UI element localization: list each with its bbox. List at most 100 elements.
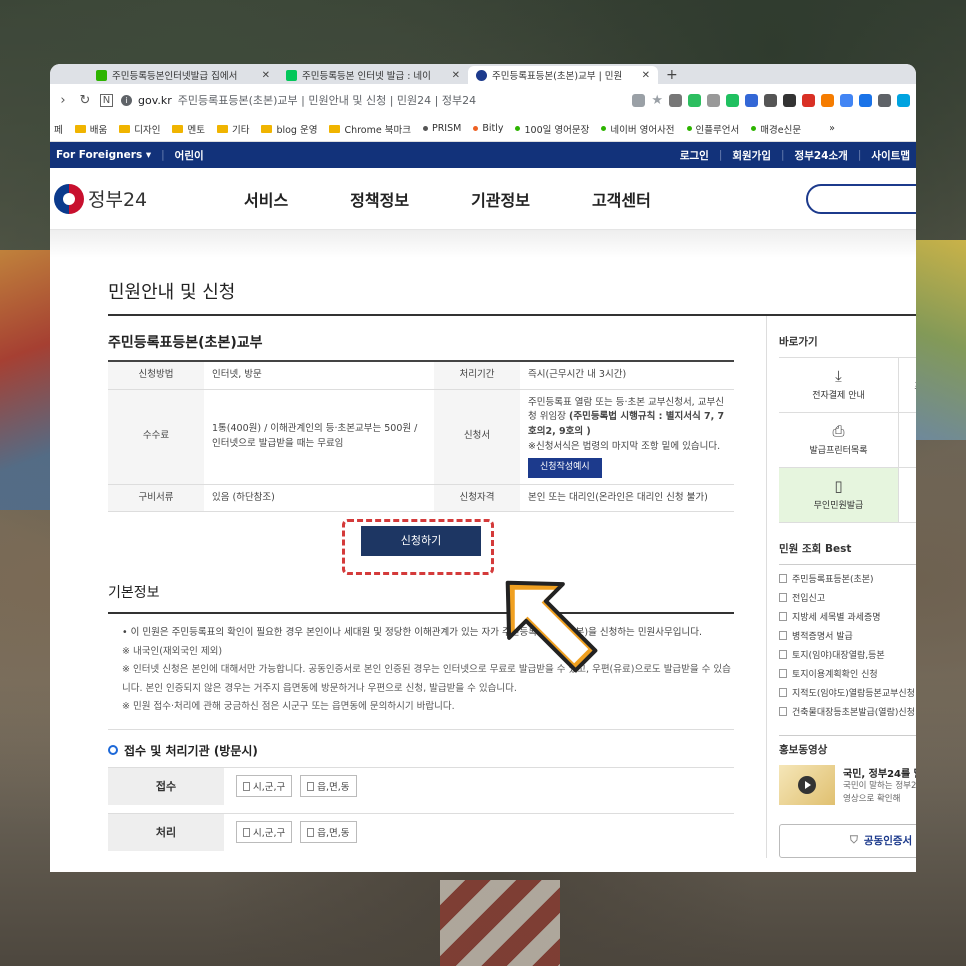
bookmark-folder[interactable]: Chrome 북마크 — [329, 122, 411, 136]
browser-tab-3-active[interactable]: 주민등록표등본(초본)교부 | 민원 ✕ — [468, 66, 658, 84]
bookmark-label: 100일 영어문장 — [524, 124, 590, 136]
bookmark-partial[interactable]: 페 — [54, 122, 63, 136]
quick-link-empty[interactable] — [899, 413, 916, 468]
reader-icon[interactable]: N — [100, 93, 113, 107]
dot-icon — [473, 126, 479, 131]
url-page-title: 주민등록표등본(초본)교부 | 민원안내 및 신청 | 민원24 | 정부24 — [177, 94, 477, 107]
close-tab-icon[interactable]: ✕ — [452, 70, 460, 81]
org-row-label: 처리 — [108, 813, 224, 851]
best-item[interactable]: 건축물대장등초본발급(열람)신청 — [779, 702, 916, 721]
site-logo[interactable]: 정부24 — [54, 183, 244, 214]
best-item[interactable]: 토지(임야)대장열람,등본 — [779, 645, 916, 664]
bookmark-link[interactable]: 인플루언서 — [686, 122, 740, 136]
bookmark-label: Chrome 북마크 — [344, 124, 411, 136]
org-chip[interactable]: 읍,면,동 — [300, 821, 357, 844]
best-item[interactable]: 토지이용계획확인 신청 — [779, 664, 916, 683]
bookmark-link[interactable]: 100일 영어문장 — [515, 122, 589, 136]
sidebar: 바로가기 ⤓ 전자결제 안내 프 ⎙ 발급프린터목록 ▯ 무인민원발급 민원 조회 B… — [766, 316, 916, 858]
pen-extension-icon[interactable] — [764, 93, 777, 107]
quick-link-empty[interactable] — [899, 468, 916, 523]
best-item[interactable]: 지적도(임야도)열람등본교부신청 — [779, 683, 916, 702]
browser-tab-2[interactable]: 주민등록등본 인터넷 발급 : 네이 ✕ — [278, 66, 468, 84]
gray-extension-icon[interactable] — [707, 93, 720, 107]
kids-link[interactable]: 어린이 — [175, 148, 204, 163]
evernote-extension-icon[interactable] — [688, 93, 701, 107]
bookmark-folder[interactable]: 멘토 — [172, 122, 205, 136]
menu-services[interactable]: 서비스 — [244, 187, 288, 211]
quick-links-title: 바로가기 — [779, 336, 818, 348]
orange-extension-icon[interactable] — [821, 93, 834, 107]
bookmark-link[interactable]: Bitly — [473, 123, 503, 134]
green-extension-icon[interactable] — [726, 93, 739, 107]
sitemap-link[interactable]: 사이트맵 — [871, 148, 910, 163]
browser-tab-1[interactable]: 주민등록등본인터넷발급 집에서 ✕ — [88, 66, 278, 84]
new-tab-button[interactable]: + — [658, 66, 686, 84]
quick-link-partial[interactable]: 프 — [899, 358, 916, 413]
best-item[interactable]: 주민등록표등본(초본) — [779, 569, 916, 588]
kiosk-icon: ▯ — [834, 477, 843, 495]
menu-agency[interactable]: 기관정보 — [471, 187, 530, 211]
login-link[interactable]: 로그인 — [680, 148, 709, 163]
quick-link-payment[interactable]: ⤓ 전자결제 안내 — [779, 358, 899, 413]
translate-extension-icon[interactable] — [859, 93, 872, 107]
site-utility-bar: For Foreigners ▾ | 어린이 로그인 | 회원가입 | 정부24… — [50, 142, 916, 168]
bookmark-label: 인플루언서 — [695, 124, 740, 136]
bookmark-label: blog 운영 — [276, 124, 318, 136]
video-thumbnail[interactable] — [779, 765, 835, 805]
signup-link[interactable]: 회원가입 — [732, 148, 771, 163]
promo-body[interactable]: 국민, 정부24를 말 국민이 말하는 정부24 동영상으로 확인해 — [779, 765, 916, 806]
bookmark-folder[interactable]: 기타 — [216, 122, 249, 136]
bookmark-folder[interactable]: 디자인 — [119, 122, 160, 136]
org-chip[interactable]: 시,군,구 — [236, 821, 293, 844]
qualification-label: 신청자격 — [434, 484, 520, 513]
tab-bar: 주민등록등본인터넷발급 집에서 ✕ 주민등록등본 인터넷 발급 : 네이 ✕ 주… — [50, 64, 916, 84]
shield-extension-icon[interactable] — [632, 93, 646, 107]
bookmark-label: 멘토 — [187, 124, 205, 136]
org-chip[interactable]: 시,군,구 — [236, 775, 293, 798]
reload-icon[interactable]: ↻ — [78, 93, 92, 108]
dark-extension-icon[interactable] — [783, 93, 796, 107]
quick-link-kiosk[interactable]: ▯ 무인민원발급 — [779, 468, 899, 523]
highlight-dashed-box — [342, 519, 494, 576]
menu-policy[interactable]: 정책정보 — [350, 187, 409, 211]
service-detail: 주민등록표등본(초본)교부 신청방법 인터넷, 방문 처리기간 즉시(근무시간 … — [108, 316, 734, 858]
site-search-input[interactable] — [806, 184, 916, 214]
best-item[interactable]: 병적증명서 발급 — [779, 626, 916, 645]
method-value: 인터넷, 방문 — [204, 362, 434, 390]
best-item[interactable]: 전입신고 — [779, 588, 916, 607]
bookmark-link[interactable]: 네이버 영어사전 — [601, 122, 675, 136]
info-icon[interactable]: i — [121, 94, 132, 106]
address-bar[interactable]: i gov.kr 주민등록표등본(초본)교부 | 민원안내 및 신청 | 민원2… — [121, 92, 624, 108]
about-link[interactable]: 정부24소개 — [795, 148, 848, 163]
org-chip[interactable]: 읍,면,동 — [300, 775, 357, 798]
blue-extension-icon[interactable] — [840, 93, 853, 107]
close-tab-icon[interactable]: ✕ — [642, 70, 650, 81]
divider: | — [718, 149, 723, 161]
qualification-value: 본인 또는 대리인(온라인은 대리인 신청 불가) — [520, 484, 734, 513]
quick-link-printers[interactable]: ⎙ 발급프린터목록 — [779, 413, 899, 468]
note-line: ※ 인터넷 신청은 본인에 대해서만 가능합니다. 공동인증서로 본인 인증된 … — [122, 664, 731, 694]
gov24-favicon-icon — [476, 69, 487, 81]
pocket-extension-icon[interactable] — [669, 93, 682, 107]
form-example-button[interactable]: 신청작성예시 — [528, 457, 602, 478]
bookmark-folder[interactable]: blog 운영 — [261, 122, 317, 136]
red-extension-icon[interactable] — [802, 93, 815, 107]
bookmark-star-icon[interactable]: ★ — [651, 93, 663, 108]
table-row: 수수료 1통(400원) / 이해관계인의 등·초본교부는 500원 / 인터넷… — [108, 389, 734, 485]
bookmarks-overflow-button[interactable]: » — [829, 123, 835, 134]
background-painting-left — [0, 250, 50, 510]
page-title: 민원안내 및 신청 — [108, 258, 916, 316]
divider: | — [161, 149, 165, 161]
capture-extension-icon[interactable] — [878, 93, 891, 107]
bookmark-folder[interactable]: 배움 — [74, 122, 107, 136]
new-extension-icon[interactable] — [745, 93, 758, 107]
bookmark-link[interactable]: 매경e신문 — [751, 122, 801, 136]
close-tab-icon[interactable]: ✕ — [262, 70, 270, 81]
menu-support[interactable]: 고객센터 — [592, 187, 651, 211]
for-foreigners-link[interactable]: For Foreigners ▾ — [56, 149, 151, 161]
best-item[interactable]: 지방세 세목별 과세증명 — [779, 607, 916, 626]
certificate-button[interactable]: ⛉ 공동인증서 — [779, 823, 916, 858]
forward-icon[interactable]: › — [56, 93, 70, 108]
teal-extension-icon[interactable] — [897, 93, 910, 107]
bookmark-link[interactable]: PRISM — [422, 123, 461, 134]
